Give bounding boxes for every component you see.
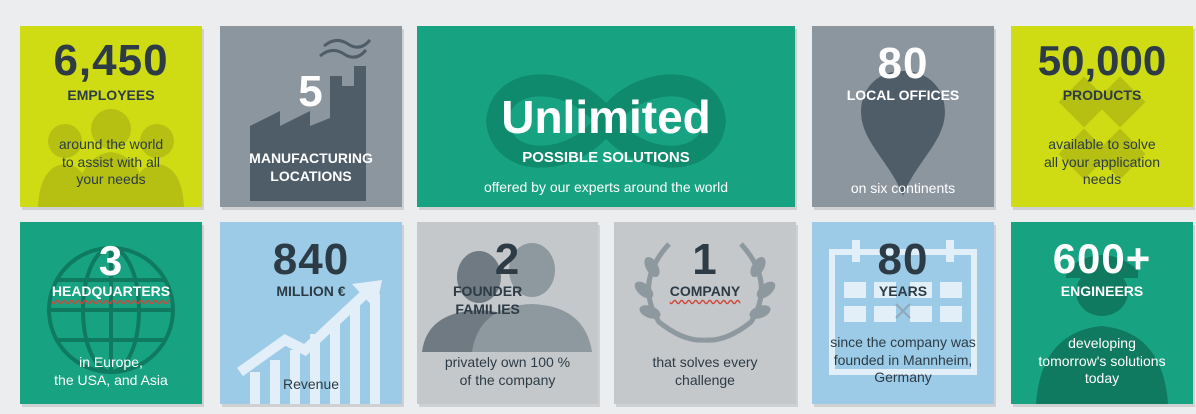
company-description: that solves every challenge (652, 354, 758, 388)
revenue-tile: 840 MILLION € Revenue (220, 222, 402, 404)
headquarters-description: in Europe, the USA, and Asia (54, 354, 168, 388)
engineers-tile: 600+ ENGINEERS developing tomorrow's sol… (1011, 222, 1193, 404)
families-number: 2 (494, 235, 521, 284)
manufacturing-number: 5 (298, 67, 324, 116)
company-tile: 1 COMPANY that solves every challenge (614, 222, 796, 404)
headquarters-label: HEADQUARTERS (51, 283, 171, 299)
employees-label: EMPLOYEES (67, 87, 155, 103)
engineers-description: developing tomorrow's solutions today (1038, 335, 1166, 386)
families-tile: 2 FOUNDER FAMILIES privately own 100 % o… (417, 222, 598, 404)
offices-label: LOCAL OFFICES (846, 87, 960, 103)
company-number: 1 (692, 235, 718, 284)
products-tile: 50,000 PRODUCTS available to solve all y… (1011, 26, 1193, 207)
manufacturing-label: MANUFACTURING LOCATIONS (249, 150, 373, 184)
years-number: 80 (877, 235, 929, 284)
unlimited-label: POSSIBLE SOLUTIONS (522, 149, 690, 166)
revenue-number: 840 (272, 235, 350, 284)
offices-description: on six continents (850, 180, 956, 196)
years-description: since the company was founded in Mannhei… (830, 334, 976, 385)
unlimited-description: offered by our experts around the world (483, 179, 729, 195)
families-label: FOUNDER FAMILIES (453, 283, 523, 317)
products-description: available to solve all your application … (1044, 136, 1160, 187)
offices-tile: 80 LOCAL OFFICES on six continents (812, 26, 994, 207)
employees-number: 6,450 (53, 36, 169, 85)
families-description: privately own 100 % of the company (444, 354, 571, 388)
employees-description: around the world to assist with all your… (58, 136, 164, 187)
revenue-label: MILLION € (276, 283, 346, 299)
headquarters-number: 3 (98, 237, 124, 284)
unlimited-tile: Unlimited POSSIBLE SOLUTIONS offered by … (417, 26, 795, 207)
company-label: COMPANY (669, 283, 741, 299)
offices-number: 80 (877, 39, 929, 88)
years-label: YEARS (878, 283, 928, 299)
engineers-label: ENGINEERS (1060, 283, 1144, 299)
manufacturing-tile: 5 MANUFACTURING LOCATIONS (220, 26, 402, 207)
headquarters-tile: 3 HEADQUARTERS in Europe, the USA, and A… (20, 222, 202, 404)
years-tile: 80 YEARS since the company was founded i… (812, 222, 994, 404)
employees-tile: 6,450 EMPLOYEES around the world to assi… (20, 26, 202, 207)
unlimited-number: Unlimited (501, 91, 711, 143)
products-number: 50,000 (1037, 37, 1167, 84)
engineers-number: 600+ (1052, 235, 1152, 282)
products-label: PRODUCTS (1062, 87, 1142, 103)
revenue-description: Revenue (282, 376, 340, 392)
